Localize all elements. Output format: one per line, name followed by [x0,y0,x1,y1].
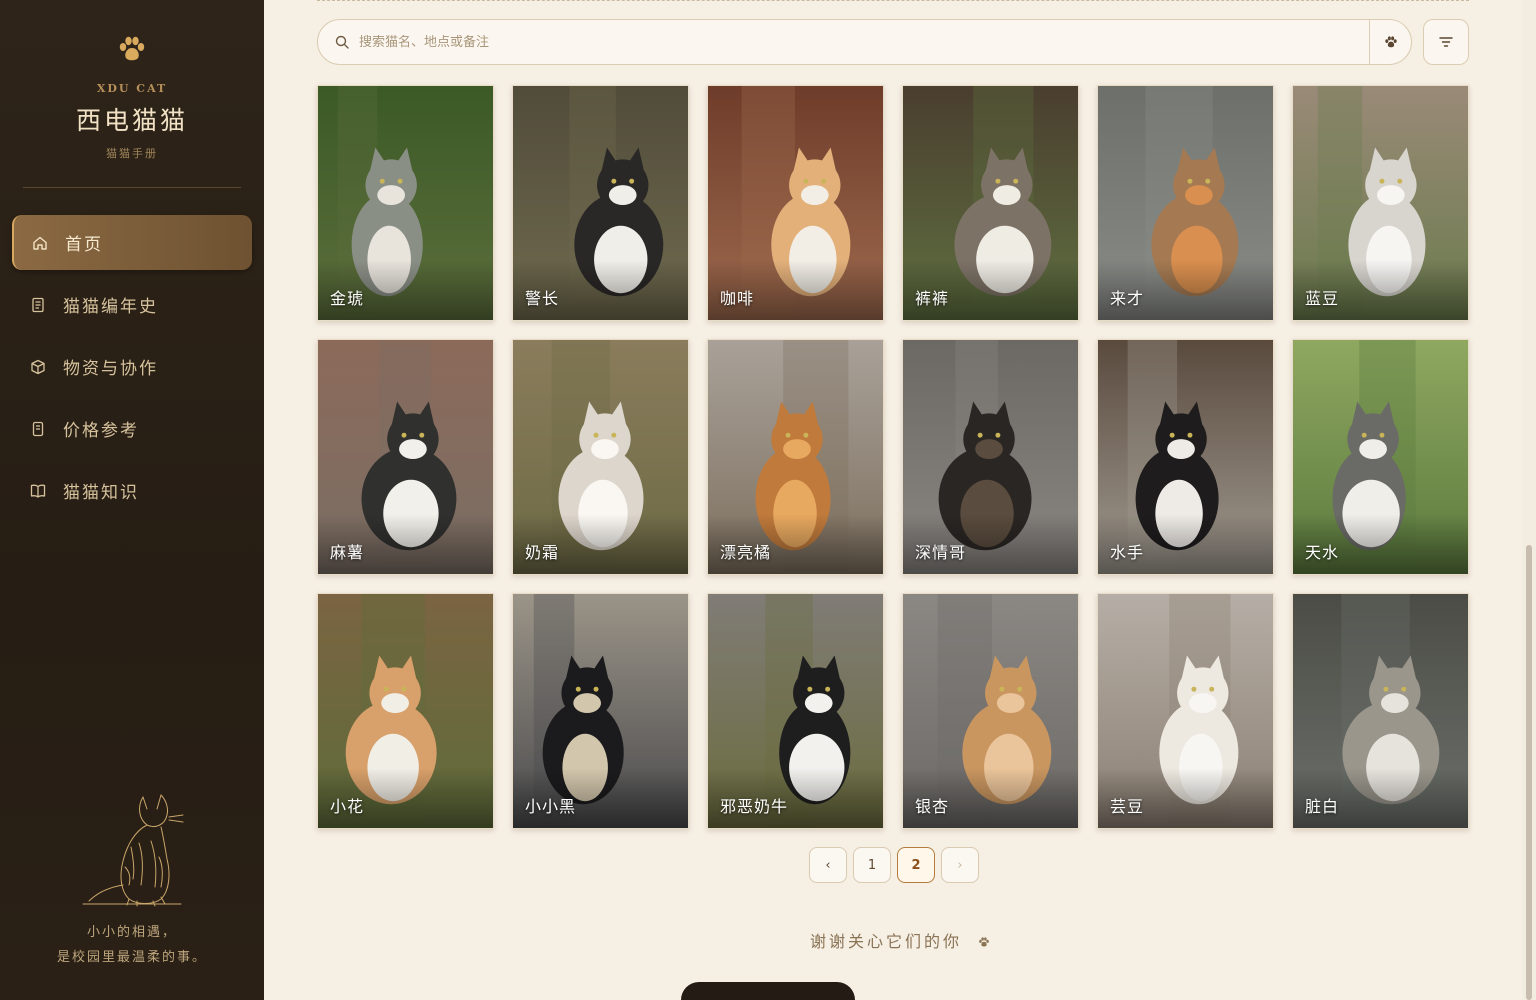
scrollbar[interactable] [1522,0,1536,1000]
sidebar-item-home[interactable]: 首页 [12,215,252,270]
cat-card[interactable]: 水手 [1097,339,1274,575]
cat-name: 天水 [1305,543,1340,562]
cat-card[interactable]: 裤裤 [902,85,1079,321]
cat-card[interactable]: 脏白 [1292,593,1469,829]
cat-card[interactable]: 邪恶奶牛 [707,593,884,829]
paw-icon [1384,35,1397,47]
cat-card[interactable]: 小小黑 [512,593,689,829]
footer-line-1: 小小的相遇， [86,925,177,940]
sidebar-item-label: 物资与协作 [63,359,158,379]
cat-name: 邪恶奶牛 [720,797,789,816]
thanks-text: 谢谢关心它们的你 [809,932,962,951]
home-icon [33,236,47,250]
cat-card[interactable]: 深情哥 [902,339,1079,575]
cat-card[interactable]: 天水 [1292,339,1469,575]
cat-name: 银杏 [915,797,950,816]
sidebar-item-supplies[interactable]: 物资与协作 [12,339,252,394]
cat-name: 麻薯 [330,543,365,562]
sidebar-item-label: 猫猫编年史 [63,297,158,317]
cat-name: 警长 [525,289,560,308]
thanks-message: 谢谢关心它们的你 [264,928,1536,952]
sidebar-item-label: 首页 [65,235,103,255]
cat-sketch-illustration [82,794,184,907]
sidebar-item-label: 猫猫知识 [63,483,139,503]
bottom-dock[interactable] [681,982,855,1000]
cat-name: 裤裤 [915,289,950,308]
cat-name: 小花 [330,797,365,816]
receipt-icon [32,421,44,436]
sidebar-footer: 小小的相遇， 是校园里最温柔的事。 [0,787,264,970]
sidebar-item-label: 价格参考 [63,421,139,441]
cat-name: 小小黑 [525,797,577,816]
cat-card[interactable]: 银杏 [902,593,1079,829]
app-subtitle: 猫猫手册 [106,147,158,160]
cat-name: 深情哥 [915,543,967,562]
cat-name: 来才 [1110,289,1145,308]
search-icon [335,35,349,49]
cat-name: 脏白 [1305,797,1340,816]
sidebar-nav: 首页 猫猫编年史 物资与协作 价格参考 猫猫知识 [0,215,264,518]
cat-card[interactable]: 芸豆 [1097,593,1274,829]
cat-name: 水手 [1110,543,1145,562]
prev-page-button[interactable]: ‹ [809,847,847,883]
sidebar: XDU CAT 西电猫猫 猫猫手册 首页 猫猫编年史 物资与协作 价格参考 猫猫… [0,0,264,1000]
cat-name: 咖啡 [720,289,755,308]
cat-card[interactable]: 金琥 [317,85,494,321]
search-bar [317,19,1412,65]
search-input[interactable] [359,34,1369,50]
next-page-button[interactable]: › [941,847,979,883]
brand: XDU CAT 西电猫猫 猫猫手册 [0,0,264,161]
cat-card[interactable]: 漂亮橘 [707,339,884,575]
cat-name: 芸豆 [1110,797,1145,816]
brand-english: XDU CAT [96,82,168,95]
page-button-1[interactable]: 1 [853,847,891,883]
cat-name: 奶霜 [525,543,560,562]
scrollbar-thumb[interactable] [1526,545,1532,1000]
cat-card[interactable]: 来才 [1097,85,1274,321]
filter-icon [1439,37,1453,47]
cat-name: 漂亮橘 [720,543,772,562]
paw-filter-button[interactable] [1369,20,1411,64]
sidebar-item-knowledge[interactable]: 猫猫知识 [12,463,252,518]
cat-card[interactable]: 蓝豆 [1292,85,1469,321]
sidebar-divider [23,187,241,188]
paw-icon [979,937,989,947]
cat-card[interactable]: 麻薯 [317,339,494,575]
page-button-2-current[interactable]: 2 [897,847,935,883]
pagination: ‹ 1 2 › [809,847,979,883]
cat-card[interactable]: 警长 [512,85,689,321]
top-divider [317,0,1469,1]
footer-line-2: 是校园里最温柔的事。 [56,950,207,965]
book-icon [30,484,46,498]
cat-card[interactable]: 奶霜 [512,339,689,575]
paw-logo-icon [119,36,145,61]
sidebar-item-chronicle[interactable]: 猫猫编年史 [12,277,252,332]
box-icon [31,359,45,374]
cat-name: 蓝豆 [1305,289,1340,308]
cat-card[interactable]: 小花 [317,593,494,829]
cat-card[interactable]: 咖啡 [707,85,884,321]
document-icon [32,297,44,312]
sidebar-item-prices[interactable]: 价格参考 [12,401,252,456]
app-title: 西电猫猫 [75,106,188,135]
filter-button[interactable] [1423,19,1469,65]
main-content: 金琥 警长 咖啡 裤裤 来才 蓝豆麻薯 奶霜 漂亮橘 深情哥 水手 天水小花 小小黑 邪恶奶牛 银杏 芸豆 脏… [264,0,1536,1000]
cat-name: 金琥 [330,289,365,308]
